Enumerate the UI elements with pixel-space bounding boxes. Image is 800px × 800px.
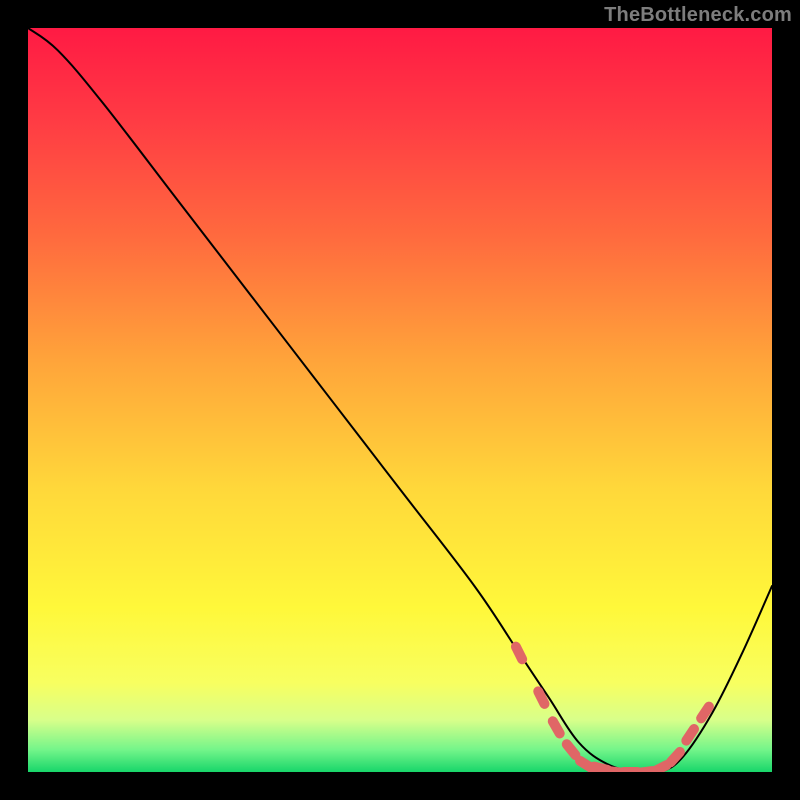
red-dash-marker [686, 729, 694, 741]
red-dash-marker [654, 765, 667, 771]
red-dash-marker [538, 691, 544, 704]
red-dash-marker [701, 707, 709, 719]
chart-plot [28, 28, 772, 772]
chart-background [28, 28, 772, 772]
red-dash-marker [516, 647, 522, 660]
chart-svg [28, 28, 772, 772]
chart-frame: TheBottleneck.com [0, 0, 800, 800]
red-dash-marker [553, 721, 560, 733]
watermark-label: TheBottleneck.com [604, 4, 792, 27]
red-dash-marker [567, 744, 576, 755]
red-dash-marker [671, 752, 680, 762]
